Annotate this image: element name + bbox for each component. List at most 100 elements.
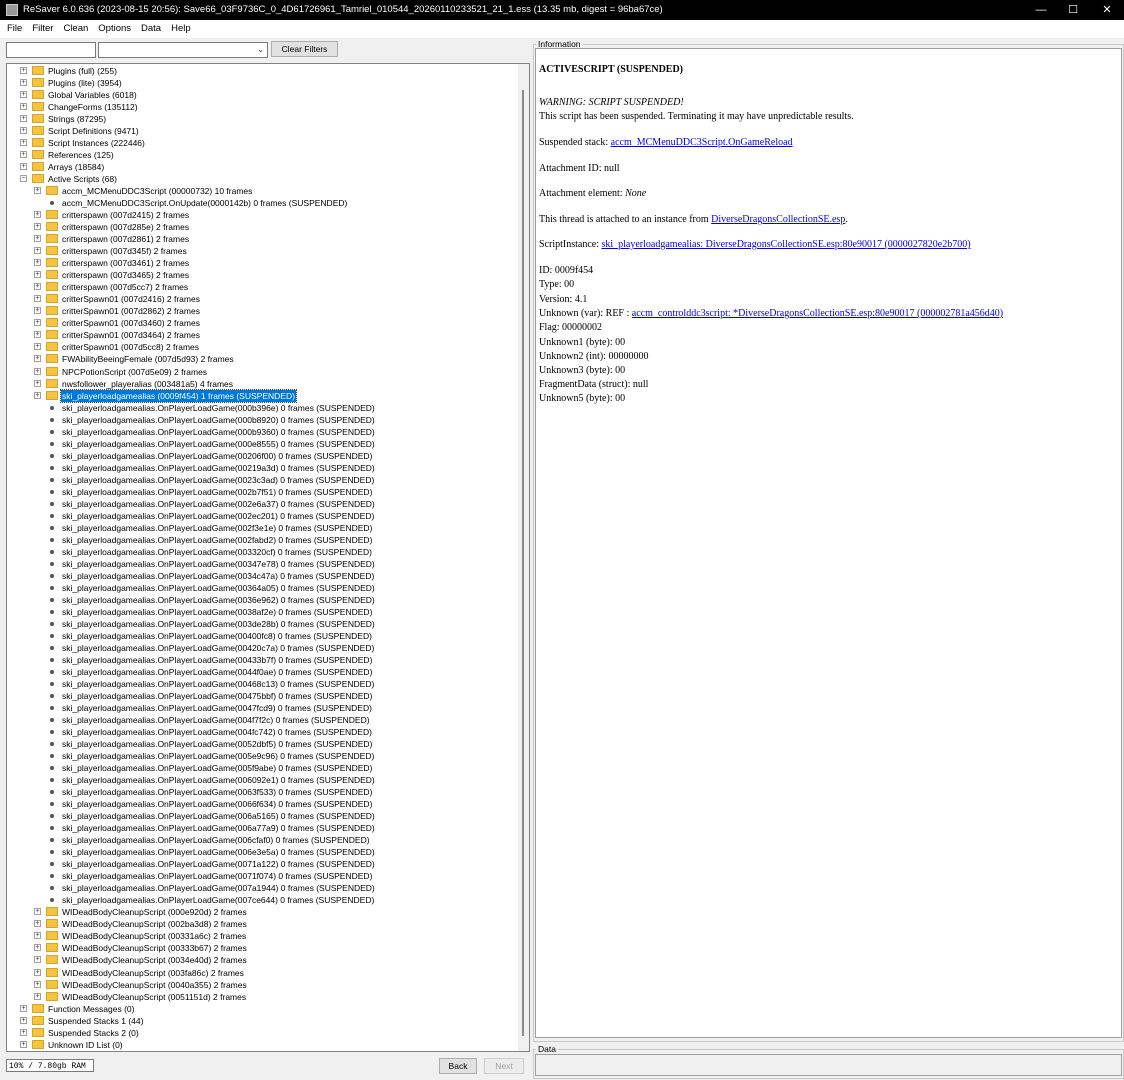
minimize-button[interactable]: — xyxy=(1024,0,1058,20)
tree-row[interactable]: ski_playerloadgamealias.OnPlayerLoadGame… xyxy=(7,894,517,906)
tree-scrollbar-thumb[interactable] xyxy=(522,90,524,1036)
tree-row[interactable]: ski_playerloadgamealias.OnPlayerLoadGame… xyxy=(7,678,517,690)
tree-row[interactable]: + Script Definitions (9471) xyxy=(7,125,517,137)
expand-toggle[interactable]: + xyxy=(20,139,27,147)
tree-row[interactable]: + critterspawn (007d3461) 2 frames xyxy=(7,257,517,269)
tree-row[interactable]: ski_playerloadgamealias.OnPlayerLoadGame… xyxy=(7,798,517,810)
expand-toggle[interactable]: + xyxy=(34,920,41,928)
tree-row[interactable]: ski_playerloadgamealias.OnPlayerLoadGame… xyxy=(7,846,517,858)
plugin-link[interactable]: DiverseDragonsCollectionSE.esp xyxy=(711,214,845,225)
expand-toggle[interactable]: + xyxy=(20,1016,27,1024)
tree-row[interactable]: + critterspawn (007d3465) 2 frames xyxy=(7,269,517,281)
tree-row[interactable]: ski_playerloadgamealias.OnPlayerLoadGame… xyxy=(7,426,517,438)
tree-row[interactable]: + WIDeadBodyCleanupScript (0034e40d) 2 fr… xyxy=(7,954,517,966)
tree-row[interactable]: + WIDeadBodyCleanupScript (000e920d) 2 fr… xyxy=(7,906,517,918)
menu-filter[interactable]: Filter xyxy=(27,20,58,38)
tree-row[interactable]: + NPCPotionScript (007d5e09) 2 frames xyxy=(7,366,517,378)
tree-row[interactable]: + critterspawn (007d285e) 2 frames xyxy=(7,221,517,233)
expand-toggle[interactable]: + xyxy=(34,271,41,279)
expand-toggle[interactable]: + xyxy=(34,283,41,291)
tree-row[interactable]: ski_playerloadgamealias.OnPlayerLoadGame… xyxy=(7,414,517,426)
filter-combo[interactable]: ⌄ xyxy=(98,42,268,58)
tree-row[interactable]: + accm_MCMenuDDC3Script (00000732) 10 fra… xyxy=(7,185,517,197)
tree-row[interactable]: + WIDeadBodyCleanupScript (0051151d) 2 fr… xyxy=(7,991,517,1003)
tree-row[interactable]: ski_playerloadgamealias.OnPlayerLoadGame… xyxy=(7,774,517,786)
tree-row[interactable]: ski_playerloadgamealias.OnPlayerLoadGame… xyxy=(7,822,517,834)
tree-row[interactable]: + Plugins (full) (255) xyxy=(7,65,517,77)
tree-row[interactable]: ski_playerloadgamealias.OnPlayerLoadGame… xyxy=(7,654,517,666)
tree-row[interactable]: + Function Messages (0) xyxy=(7,1003,517,1015)
expand-toggle[interactable]: + xyxy=(34,187,41,195)
expand-toggle[interactable]: + xyxy=(34,247,41,255)
expand-toggle[interactable]: + xyxy=(34,992,41,1000)
menu-help[interactable]: Help xyxy=(166,20,196,38)
tree-row[interactable]: − Active Scripts (68) xyxy=(7,173,517,185)
tree-row[interactable]: + WIDeadBodyCleanupScript (0040a355) 2 fr… xyxy=(7,979,517,991)
tree-row[interactable]: ski_playerloadgamealias.OnPlayerLoadGame… xyxy=(7,570,517,582)
tree-row[interactable]: ski_playerloadgamealias.OnPlayerLoadGame… xyxy=(7,738,517,750)
tree-row[interactable]: + Strings (87295) xyxy=(7,113,517,125)
tree-row[interactable]: + critterspawn (007d5cc7) 2 frames xyxy=(7,281,517,293)
tree-row[interactable]: + critterspawn (007d345f) 2 frames xyxy=(7,245,517,257)
expand-toggle[interactable]: + xyxy=(34,331,41,339)
tree-row[interactable]: ski_playerloadgamealias.OnPlayerLoadGame… xyxy=(7,462,517,474)
tree-row[interactable]: ski_playerloadgamealias.OnPlayerLoadGame… xyxy=(7,522,517,534)
tree-row[interactable]: + critterspawn (007d2415) 2 frames xyxy=(7,209,517,221)
tree-row[interactable]: + Script Instances (222446) xyxy=(7,137,517,149)
tree-row[interactable]: ski_playerloadgamealias.OnPlayerLoadGame… xyxy=(7,558,517,570)
expand-toggle[interactable]: + xyxy=(34,235,41,243)
expand-toggle[interactable]: + xyxy=(20,91,27,99)
tree-row[interactable]: ski_playerloadgamealias.OnPlayerLoadGame… xyxy=(7,630,517,642)
expand-toggle[interactable]: + xyxy=(20,151,27,159)
back-button[interactable]: Back xyxy=(439,1058,477,1074)
tree-row[interactable]: + References (125) xyxy=(7,149,517,161)
expand-toggle[interactable]: + xyxy=(34,391,41,399)
menu-clean[interactable]: Clean xyxy=(58,20,93,38)
collapse-toggle[interactable]: − xyxy=(20,175,27,183)
tree-row[interactable]: ski_playerloadgamealias.OnPlayerLoadGame… xyxy=(7,690,517,702)
tree-scrollbar[interactable] xyxy=(518,64,529,1051)
expand-toggle[interactable]: + xyxy=(34,343,41,351)
expand-toggle[interactable]: + xyxy=(34,367,41,375)
tree-row[interactable]: + critterSpawn01 (007d3460) 2 frames xyxy=(7,317,517,329)
expand-toggle[interactable]: + xyxy=(20,1040,27,1048)
expand-toggle[interactable]: + xyxy=(34,379,41,387)
tree-row[interactable]: ski_playerloadgamealias.OnPlayerLoadGame… xyxy=(7,642,517,654)
expand-toggle[interactable]: + xyxy=(34,211,41,219)
tree-row[interactable]: ski_playerloadgamealias.OnPlayerLoadGame… xyxy=(7,702,517,714)
expand-toggle[interactable]: + xyxy=(20,79,27,87)
tree-row[interactable]: + nwsfollower_playeralias (003481a5) 4 fr… xyxy=(7,378,517,390)
expand-toggle[interactable]: + xyxy=(34,223,41,231)
tree-row[interactable]: ski_playerloadgamealias.OnPlayerLoadGame… xyxy=(7,714,517,726)
filter-text-input[interactable] xyxy=(6,42,96,58)
tree-row[interactable]: + ski_playerloadgamealias (0009f454) 1 fr… xyxy=(7,388,517,403)
tree-row[interactable]: ski_playerloadgamealias.OnPlayerLoadGame… xyxy=(7,474,517,486)
expand-toggle[interactable]: + xyxy=(34,908,41,916)
expand-toggle[interactable]: + xyxy=(34,944,41,952)
tree-row[interactable]: ski_playerloadgamealias.OnPlayerLoadGame… xyxy=(7,882,517,894)
tree-row[interactable]: ski_playerloadgamealias.OnPlayerLoadGame… xyxy=(7,438,517,450)
expand-toggle[interactable]: + xyxy=(34,968,41,976)
expand-toggle[interactable]: + xyxy=(34,319,41,327)
chevron-down-icon[interactable]: ⌄ xyxy=(257,43,264,57)
tree-row[interactable]: ski_playerloadgamealias.OnPlayerLoadGame… xyxy=(7,786,517,798)
tree-row[interactable]: + WIDeadBodyCleanupScript (003fa86c) 2 fr… xyxy=(7,967,517,979)
expand-toggle[interactable]: + xyxy=(34,355,41,363)
tree-row[interactable]: ski_playerloadgamealias.OnPlayerLoadGame… xyxy=(7,498,517,510)
tree-row[interactable]: ski_playerloadgamealias.OnPlayerLoadGame… xyxy=(7,450,517,462)
tree-row[interactable]: ski_playerloadgamealias.OnPlayerLoadGame… xyxy=(7,858,517,870)
tree-row[interactable]: + ChangeForms (135112) xyxy=(7,101,517,113)
tree-row[interactable]: ski_playerloadgamealias.OnPlayerLoadGame… xyxy=(7,546,517,558)
tree-row[interactable]: + WIDeadBodyCleanupScript (002ba3d8) 2 fr… xyxy=(7,918,517,930)
tree-row[interactable]: ski_playerloadgamealias.OnPlayerLoadGame… xyxy=(7,750,517,762)
expand-toggle[interactable]: + xyxy=(20,1028,27,1036)
tree-row[interactable]: ski_playerloadgamealias.OnPlayerLoadGame… xyxy=(7,762,517,774)
tree-row[interactable]: + WIDeadBodyCleanupScript (00331a6c) 2 fr… xyxy=(7,930,517,942)
expand-toggle[interactable]: + xyxy=(34,956,41,964)
tree-row[interactable]: ski_playerloadgamealias.OnPlayerLoadGame… xyxy=(7,618,517,630)
close-button[interactable]: ✕ xyxy=(1090,0,1124,20)
tree-row[interactable]: + WIDeadBodyCleanupScript (00333b67) 2 fr… xyxy=(7,942,517,954)
expand-toggle[interactable]: + xyxy=(34,307,41,315)
tree-row[interactable]: ski_playerloadgamealias.OnPlayerLoadGame… xyxy=(7,606,517,618)
tree-row[interactable]: ski_playerloadgamealias.OnPlayerLoadGame… xyxy=(7,810,517,822)
